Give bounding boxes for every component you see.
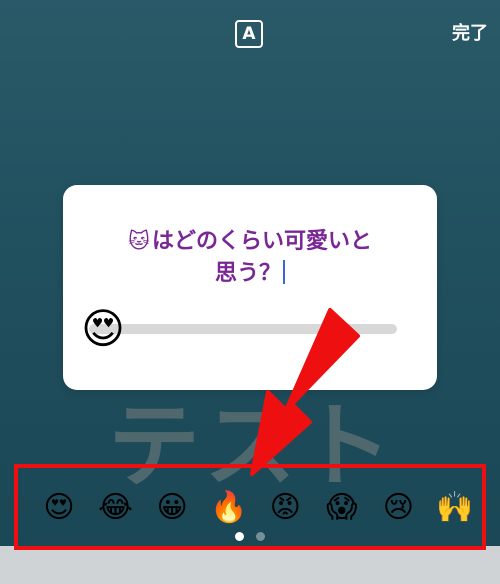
emoji-slider-sticker[interactable]: 🐱はどのくらい可愛いと 思う？ 😍 [63, 185, 437, 390]
text-style-button[interactable]: A [235, 20, 263, 48]
question-line-2: 思う？ [214, 261, 281, 286]
question-text[interactable]: 🐱はどのくらい可愛いと 思う？ [63, 225, 437, 290]
annotation-highlight-box [14, 464, 486, 550]
question-line-1: はどのくらい可愛いと [151, 229, 372, 254]
bottom-strip [0, 546, 500, 584]
top-bar: A 完了 [0, 0, 500, 70]
done-button[interactable]: 完了 [452, 20, 488, 48]
cat-icon: 🐱 [128, 229, 150, 253]
slider-track[interactable] [89, 324, 397, 334]
text-caret [283, 260, 285, 284]
slider-thumb-heart-eyes-icon[interactable]: 😍 [77, 303, 129, 355]
